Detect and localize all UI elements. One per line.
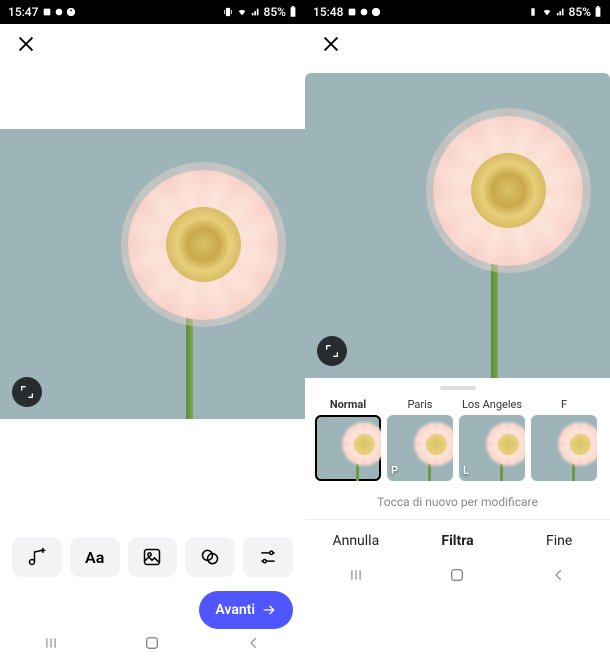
battery-icon	[289, 6, 297, 18]
status-time: 15:48	[313, 5, 343, 19]
close-button[interactable]	[12, 30, 40, 58]
screen-filter: 15:48 85%	[305, 0, 610, 661]
filter-hint: Tocca di nuovo per modificare	[305, 481, 610, 519]
next-row: Avanti	[0, 577, 305, 629]
status-bar: 15:48 85%	[305, 0, 610, 24]
tab-done[interactable]: Fine	[508, 520, 610, 561]
bottom-tabs: Annulla Filtra Fine	[305, 519, 610, 561]
filter-label: F	[531, 398, 597, 411]
tab-cancel[interactable]: Annulla	[305, 520, 407, 561]
image-icon	[142, 547, 162, 567]
back-icon	[552, 568, 566, 582]
expand-icon	[324, 343, 340, 359]
close-button[interactable]	[317, 30, 345, 58]
status-notification-icons	[347, 7, 381, 17]
sliders-icon	[258, 547, 278, 567]
flower-image	[0, 129, 305, 419]
home-button[interactable]	[445, 563, 469, 587]
battery-icon	[594, 6, 602, 18]
filter-badge: P	[391, 464, 398, 477]
tab-filter[interactable]: Filtra	[407, 520, 509, 561]
status-bar: 15:47 85%	[0, 0, 305, 24]
edit-toolbar: Aa	[0, 537, 305, 577]
recents-button[interactable]	[344, 563, 368, 587]
filter-thumb: P	[387, 415, 453, 481]
filter-label: Paris	[387, 398, 453, 411]
flower-image	[305, 73, 610, 378]
filter-thumb	[531, 415, 597, 481]
sticker-button[interactable]	[128, 537, 178, 577]
effects-button[interactable]	[185, 537, 235, 577]
signal-icon	[251, 7, 261, 17]
photo-preview	[0, 129, 305, 419]
status-time: 15:47	[8, 5, 38, 19]
header	[0, 24, 305, 64]
filter-panel: Normal Paris P Los Angeles L	[305, 378, 610, 561]
filter-more[interactable]: F	[531, 398, 597, 481]
screen-edit: 15:47 85%	[0, 0, 305, 661]
back-icon	[247, 636, 261, 650]
filter-label: Los Angeles	[459, 398, 525, 411]
arrow-right-icon	[261, 602, 277, 618]
back-button[interactable]	[242, 631, 266, 655]
recents-button[interactable]	[39, 631, 63, 655]
adjust-button[interactable]	[243, 537, 293, 577]
music-plus-icon	[27, 547, 47, 567]
home-icon	[144, 635, 160, 651]
home-icon	[449, 567, 465, 583]
filter-thumb: L	[459, 415, 525, 481]
filter-strip[interactable]: Normal Paris P Los Angeles L	[305, 398, 610, 481]
text-button[interactable]: Aa	[70, 537, 120, 577]
close-icon	[15, 33, 37, 55]
next-label: Avanti	[215, 602, 255, 618]
android-nav	[0, 629, 305, 661]
filter-paris[interactable]: Paris P	[387, 398, 453, 481]
filter-normal[interactable]: Normal	[315, 398, 381, 481]
drag-handle[interactable]	[440, 386, 476, 390]
close-icon	[320, 33, 342, 55]
photo-preview	[305, 73, 610, 378]
vibrate-icon	[223, 7, 233, 17]
recents-icon	[42, 636, 60, 650]
next-button[interactable]: Avanti	[199, 591, 293, 629]
status-battery: 85%	[264, 5, 286, 19]
back-button[interactable]	[547, 563, 571, 587]
wifi-icon	[236, 7, 248, 17]
filter-badge: L	[463, 464, 469, 477]
crop-button[interactable]	[12, 377, 42, 407]
status-notification-icons	[42, 7, 76, 17]
overlap-icon	[200, 547, 220, 567]
expand-icon	[19, 384, 35, 400]
status-battery: 85%	[569, 5, 591, 19]
android-nav	[305, 561, 610, 593]
recents-icon	[347, 568, 365, 582]
vibrate-icon	[528, 7, 538, 17]
filter-thumb	[315, 415, 381, 481]
signal-icon	[556, 7, 566, 17]
music-button[interactable]	[12, 537, 62, 577]
wifi-icon	[541, 7, 553, 17]
header	[305, 24, 610, 64]
text-icon: Aa	[85, 548, 104, 567]
crop-button[interactable]	[317, 336, 347, 366]
home-button[interactable]	[140, 631, 164, 655]
filter-label: Normal	[315, 398, 381, 411]
filter-los-angeles[interactable]: Los Angeles L	[459, 398, 525, 481]
